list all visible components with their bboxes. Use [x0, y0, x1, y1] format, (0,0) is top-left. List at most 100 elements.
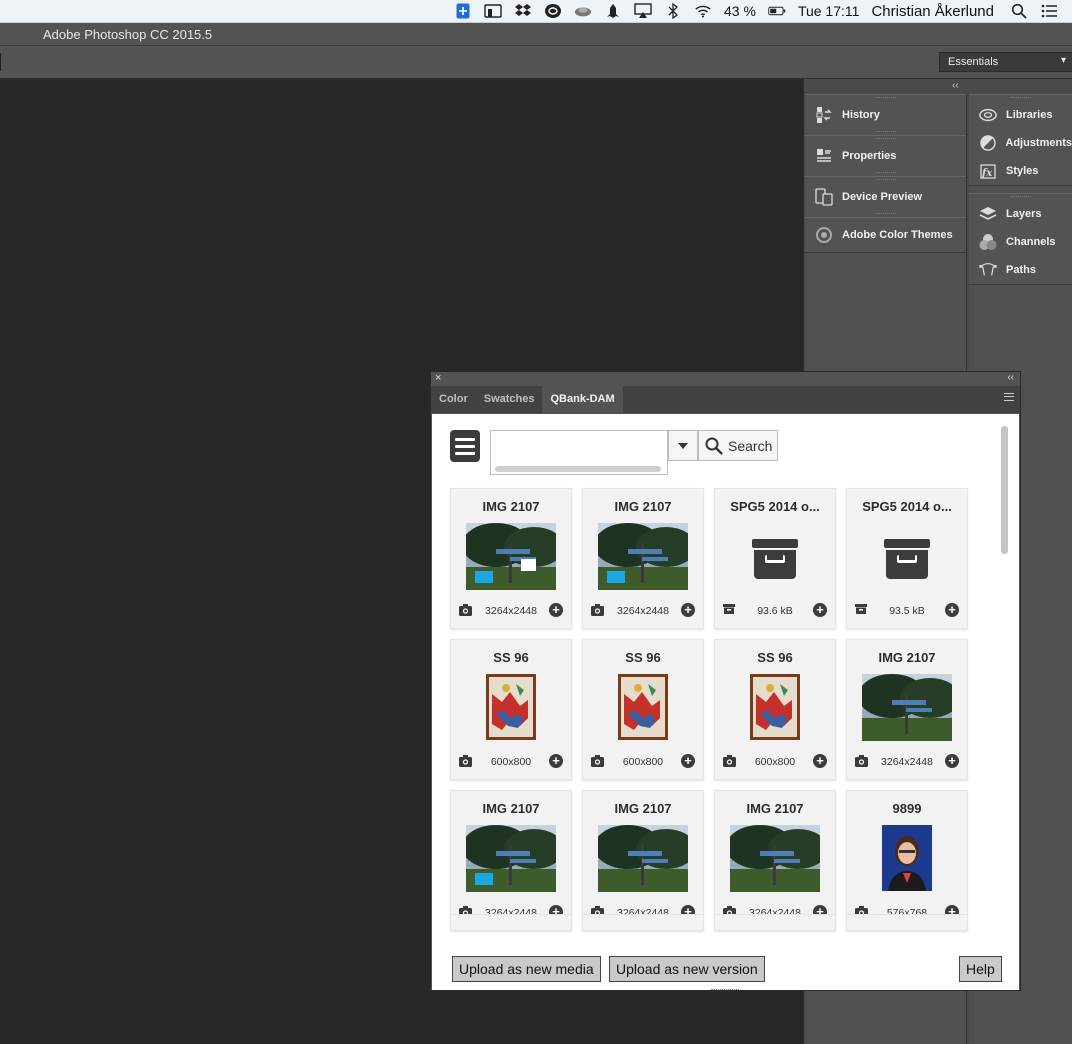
tab-swatches[interactable]: Swatches — [476, 386, 543, 413]
collapse-dock-icon[interactable]: ‹‹ — [952, 80, 959, 91]
airplay-icon[interactable] — [634, 3, 652, 19]
add-asset-icon[interactable]: + — [549, 603, 563, 617]
mac-menu-bar: 43 % Tue 17:11 Christian Åkerlund — [0, 0, 1072, 23]
asset-thumbnail[interactable] — [594, 523, 696, 595]
asset-footer: 3264x2448 + — [583, 603, 703, 619]
asset-title: IMG 2107 — [482, 499, 540, 514]
dock-item-device-preview[interactable]: Device Preview — [805, 183, 966, 211]
bluetooth-icon[interactable] — [664, 3, 682, 19]
asset-title: SS 96 — [625, 650, 661, 665]
archive-icon[interactable] — [882, 539, 932, 584]
dock-item-channels[interactable]: Channels — [969, 228, 1072, 256]
upload-new-media-button[interactable]: Upload as new media — [452, 956, 601, 982]
asset-card[interactable]: IMG 2107 3264x2448 + — [582, 488, 704, 629]
upload-new-version-button[interactable]: Upload as new version — [609, 956, 765, 982]
asset-thumbnail[interactable] — [594, 825, 696, 897]
asset-meta: 3264x2448 — [881, 756, 933, 768]
add-asset-icon[interactable]: + — [945, 754, 959, 768]
close-icon[interactable]: × — [435, 372, 441, 384]
panel-tabs: Color Swatches QBank-DAM — [431, 386, 1020, 413]
archive-icon[interactable] — [750, 539, 800, 584]
collapse-panel-icon[interactable]: ‹‹ — [1007, 372, 1014, 383]
notification-center-icon[interactable] — [1040, 3, 1058, 19]
asset-card[interactable]: IMG 2107 3264x2448 + — [450, 790, 572, 931]
asset-card[interactable]: IMG 2107 3264x2448 + — [582, 790, 704, 931]
dock-group-device-preview: Device Preview — [805, 176, 966, 218]
search-button[interactable]: Search — [698, 430, 778, 461]
spotlight-icon[interactable] — [1010, 3, 1028, 19]
screen-share-icon[interactable] — [484, 3, 502, 19]
action-bar: Upload as new media Upload as new versio… — [432, 944, 1019, 990]
asset-thumbnail[interactable] — [618, 674, 668, 745]
panel-menu-icon[interactable] — [1004, 393, 1014, 401]
dropbox-icon[interactable] — [514, 3, 532, 19]
asset-card[interactable]: SPG5 2014 o... 93.6 kB + — [714, 488, 836, 629]
menu-button[interactable] — [450, 430, 480, 462]
asset-card[interactable]: SS 96 600x800 + — [714, 639, 836, 780]
creative-cloud-icon[interactable] — [544, 3, 562, 19]
libraries-icon — [979, 106, 997, 124]
dock-label: Styles — [1006, 165, 1039, 177]
add-asset-icon[interactable]: + — [681, 603, 695, 617]
asset-thumbnail[interactable] — [462, 523, 564, 595]
dock-item-layers[interactable]: Layers — [969, 200, 1072, 228]
options-bar: Essentials ▾ — [0, 46, 1072, 79]
asset-card[interactable]: SS 96 600x800 + — [582, 639, 704, 780]
dock-label: History — [842, 109, 880, 121]
resize-handle[interactable] — [711, 989, 739, 992]
add-asset-icon[interactable]: + — [549, 754, 563, 768]
tab-color[interactable]: Color — [431, 386, 476, 413]
asset-thumbnail[interactable] — [750, 674, 800, 745]
asset-card[interactable]: SPG5 2014 o... 93.5 kB + — [846, 488, 968, 629]
search-input[interactable] — [491, 431, 667, 461]
archive-small-icon — [723, 604, 736, 616]
cloud-icon[interactable] — [574, 3, 592, 19]
dock-group-libraries: Libraries Adjustments fx Styles — [969, 94, 1072, 186]
asset-thumbnail[interactable] — [726, 825, 828, 897]
search-dropdown-button[interactable] — [668, 430, 698, 461]
add-asset-icon[interactable]: + — [813, 754, 827, 768]
battery-percent: 43 % — [724, 3, 756, 19]
panel-header[interactable]: × ‹‹ — [431, 372, 1020, 386]
search-button-label: Search — [728, 437, 773, 454]
wifi-icon[interactable] — [694, 3, 712, 19]
add-asset-icon[interactable]: + — [681, 754, 695, 768]
device-preview-icon — [815, 188, 833, 206]
add-asset-icon[interactable]: + — [945, 603, 959, 617]
rocket-icon[interactable] — [604, 3, 622, 19]
styles-icon: fx — [979, 162, 997, 180]
tab-qbank-dam[interactable]: QBank-DAM — [542, 386, 623, 413]
help-button[interactable]: Help — [959, 956, 1002, 982]
dock-item-adobe-color-themes[interactable]: Adobe Color Themes — [805, 218, 966, 252]
dock-group-layers: Layers Channels Paths — [969, 193, 1072, 285]
dock-item-styles[interactable]: fx Styles — [969, 157, 1072, 185]
asset-card-partial — [714, 914, 836, 924]
dock-item-adjustments[interactable]: Adjustments — [969, 129, 1072, 157]
asset-thumbnail[interactable] — [462, 825, 564, 897]
workspace-select[interactable]: Essentials ▾ — [939, 52, 1072, 72]
add-asset-icon[interactable]: + — [813, 603, 827, 617]
asset-card[interactable]: IMG 2107 3264x2448 + — [714, 790, 836, 931]
asset-thumbnail[interactable] — [858, 674, 960, 746]
asset-card[interactable]: IMG 2107 3264x2448 + — [450, 488, 572, 629]
battery-icon[interactable] — [768, 3, 786, 19]
dock-item-properties[interactable]: Properties — [805, 142, 966, 170]
dock-item-paths[interactable]: Paths — [969, 256, 1072, 284]
asset-card[interactable]: IMG 2107 3264x2448 + — [846, 639, 968, 780]
dock-label: Adjustments — [1005, 137, 1072, 149]
scrollbar-thumb[interactable] — [1001, 426, 1008, 554]
divider — [0, 53, 1, 71]
dock-item-history[interactable]: History — [805, 101, 966, 129]
user-name[interactable]: Christian Åkerlund — [871, 3, 994, 20]
asset-card[interactable]: SS 96 600x800 + — [450, 639, 572, 780]
dock-item-libraries[interactable]: Libraries — [969, 101, 1072, 129]
clock[interactable]: Tue 17:11 — [798, 3, 860, 19]
asset-thumbnail[interactable] — [486, 674, 536, 745]
search-scrollbar[interactable] — [495, 466, 661, 472]
camera-icon — [723, 755, 736, 767]
asset-thumbnail[interactable] — [882, 825, 932, 896]
dock-group-properties: Properties — [805, 135, 966, 177]
dock-label: Properties — [842, 150, 897, 162]
teamviewer-icon[interactable] — [454, 3, 472, 19]
asset-card[interactable]: 9899 576x768 + — [846, 790, 968, 931]
